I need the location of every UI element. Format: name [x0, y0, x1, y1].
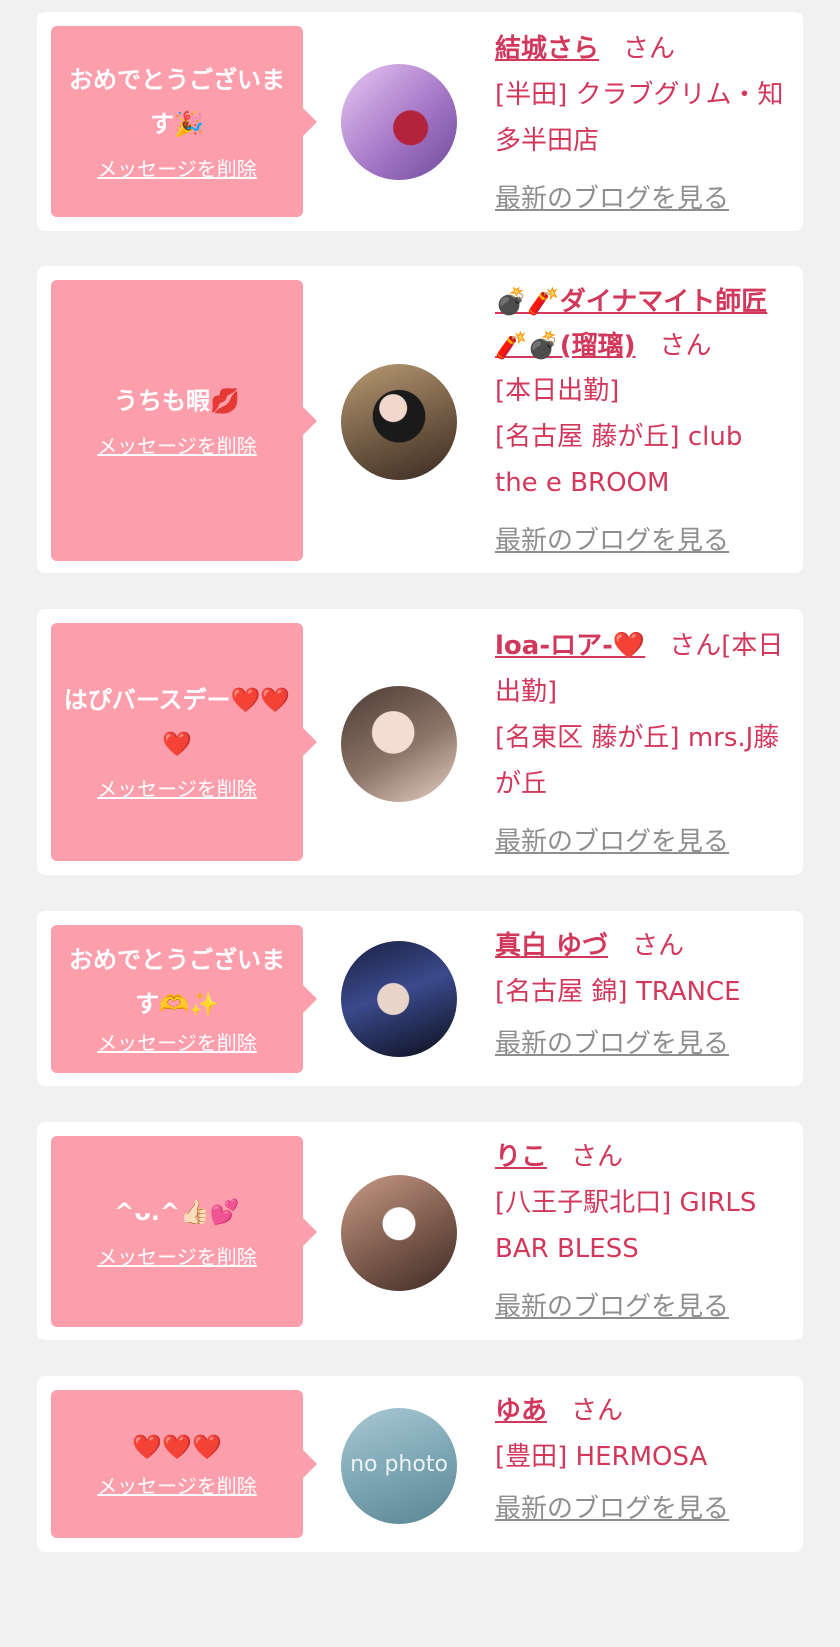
no-photo-label: no photo [350, 1452, 448, 1477]
user-name-link[interactable]: loa-ロア-❤️ [495, 631, 645, 661]
store-info: [豊田] HERMOSA [495, 1442, 708, 1472]
message-text: うちも暇💋 [114, 386, 240, 415]
delete-message-link[interactable]: メッセージを削除 [97, 429, 257, 463]
avatar[interactable] [341, 941, 457, 1057]
store-info: [八王子駅北口] GIRLS BAR BLESS [495, 1188, 757, 1264]
avatar[interactable] [341, 364, 457, 480]
latest-blog-link[interactable]: 最新のブログを見る [495, 821, 729, 863]
message-text: ^ᴗ.^👍🏻💕 [114, 1197, 240, 1226]
user-info: loa-ロア-❤️ さん[本日出勤] [名東区 藤が丘] mrs.J藤が丘 最新の… [495, 623, 785, 865]
user-name-link[interactable]: 真白 ゆづ [495, 931, 608, 961]
store-info: [名古屋 錦] TRANCE [495, 977, 741, 1007]
message-bubble: おめでとうございます🎉 メッセージを削除 [51, 26, 303, 217]
message-card: はぴバースデー❤️❤️❤️ メッセージを削除 loa-ロア-❤️ さん[本日出勤]… [37, 609, 803, 875]
user-name-link[interactable]: りこ [495, 1142, 547, 1172]
honorific: さん [571, 1396, 624, 1426]
store-info: [半田] クラブグリム・知多半田店 [495, 80, 784, 156]
message-bubble: ❤️❤️❤️ メッセージを削除 [51, 1390, 303, 1538]
latest-blog-link[interactable]: 最新のブログを見る [495, 520, 729, 562]
message-bubble: はぴバースデー❤️❤️❤️ メッセージを削除 [51, 623, 303, 861]
delete-message-link[interactable]: メッセージを削除 [97, 1469, 257, 1503]
message-bubble: おめでとうございます🫶✨ メッセージを削除 [51, 925, 303, 1073]
message-bubble: ^ᴗ.^👍🏻💕 メッセージを削除 [51, 1136, 303, 1327]
message-card: ^ᴗ.^👍🏻💕 メッセージを削除 りこ さん [八王子駅北口] GIRLS BAR… [37, 1122, 803, 1340]
user-name-link[interactable]: 💣🧨ダイナマイト師匠🧨💣(瑠璃) [495, 287, 767, 361]
user-info: 💣🧨ダイナマイト師匠🧨💣(瑠璃) さん [本日出勤] [名古屋 藤が丘] club… [495, 280, 785, 564]
message-text: ❤️❤️❤️ [132, 1425, 222, 1469]
delete-message-link[interactable]: メッセージを削除 [97, 772, 257, 806]
heart-icon: ❤️❤️❤️ [132, 1433, 222, 1461]
honorific: さん [659, 331, 712, 361]
latest-blog-link[interactable]: 最新のブログを見る [495, 1023, 729, 1065]
party-popper-icon: 🎉 [174, 109, 204, 138]
heart-hands-icon: 🫶✨ [159, 990, 219, 1018]
user-info: 結城さら さん [半田] クラブグリム・知多半田店 最新のブログを見る [495, 26, 785, 222]
user-name-link[interactable]: ゆあ [495, 1396, 547, 1426]
message-card: うちも暇💋 メッセージを削除 💣🧨ダイナマイト師匠🧨💣(瑠璃) さん [本日出勤]… [37, 266, 803, 573]
honorific: さん [571, 1142, 624, 1172]
honorific: さん [632, 931, 685, 961]
thumbs-up-icon: 👍🏻💕 [180, 1197, 240, 1226]
avatar[interactable] [341, 64, 457, 180]
user-info: りこ さん [八王子駅北口] GIRLS BAR BLESS 最新のブログを見る [495, 1134, 785, 1330]
store-info: [名東区 藤が丘] mrs.J藤が丘 [495, 723, 780, 799]
message-card: おめでとうございます🎉 メッセージを削除 結城さら さん [半田] クラブグリム・… [37, 12, 803, 231]
message-card: おめでとうございます🫶✨ メッセージを削除 真白 ゆづ さん [名古屋 錦] TR… [37, 911, 803, 1086]
store-info: [名古屋 藤が丘] club the e BROOM [495, 422, 743, 498]
user-info: ゆあ さん [豊田] HERMOSA 最新のブログを見る [495, 1388, 785, 1532]
message-text: おめでとうございます🎉 [69, 65, 285, 138]
avatar[interactable]: no photo [341, 1408, 457, 1524]
avatar[interactable] [341, 686, 457, 802]
user-info: 真白 ゆづ さん [名古屋 錦] TRANCE 最新のブログを見る [495, 923, 785, 1067]
message-bubble: うちも暇💋 メッセージを削除 [51, 280, 303, 561]
lips-icon: 💋 [210, 386, 240, 415]
status-badge: [本日出勤] [495, 376, 620, 406]
message-text: はぴバースデー❤️❤️❤️ [63, 686, 291, 758]
message-card: ❤️❤️❤️ メッセージを削除 no photo ゆあ さん [豊田] HERMO… [37, 1376, 803, 1552]
honorific: さん [623, 34, 676, 64]
latest-blog-link[interactable]: 最新のブログを見る [495, 1286, 729, 1328]
latest-blog-link[interactable]: 最新のブログを見る [495, 178, 729, 220]
user-name-link[interactable]: 結城さら [495, 34, 599, 64]
delete-message-link[interactable]: メッセージを削除 [97, 1240, 257, 1274]
avatar[interactable] [341, 1175, 457, 1291]
latest-blog-link[interactable]: 最新のブログを見る [495, 1488, 729, 1530]
message-text: おめでとうございます🫶✨ [69, 946, 285, 1018]
delete-message-link[interactable]: メッセージを削除 [97, 152, 257, 186]
delete-message-link[interactable]: メッセージを削除 [97, 1026, 257, 1060]
